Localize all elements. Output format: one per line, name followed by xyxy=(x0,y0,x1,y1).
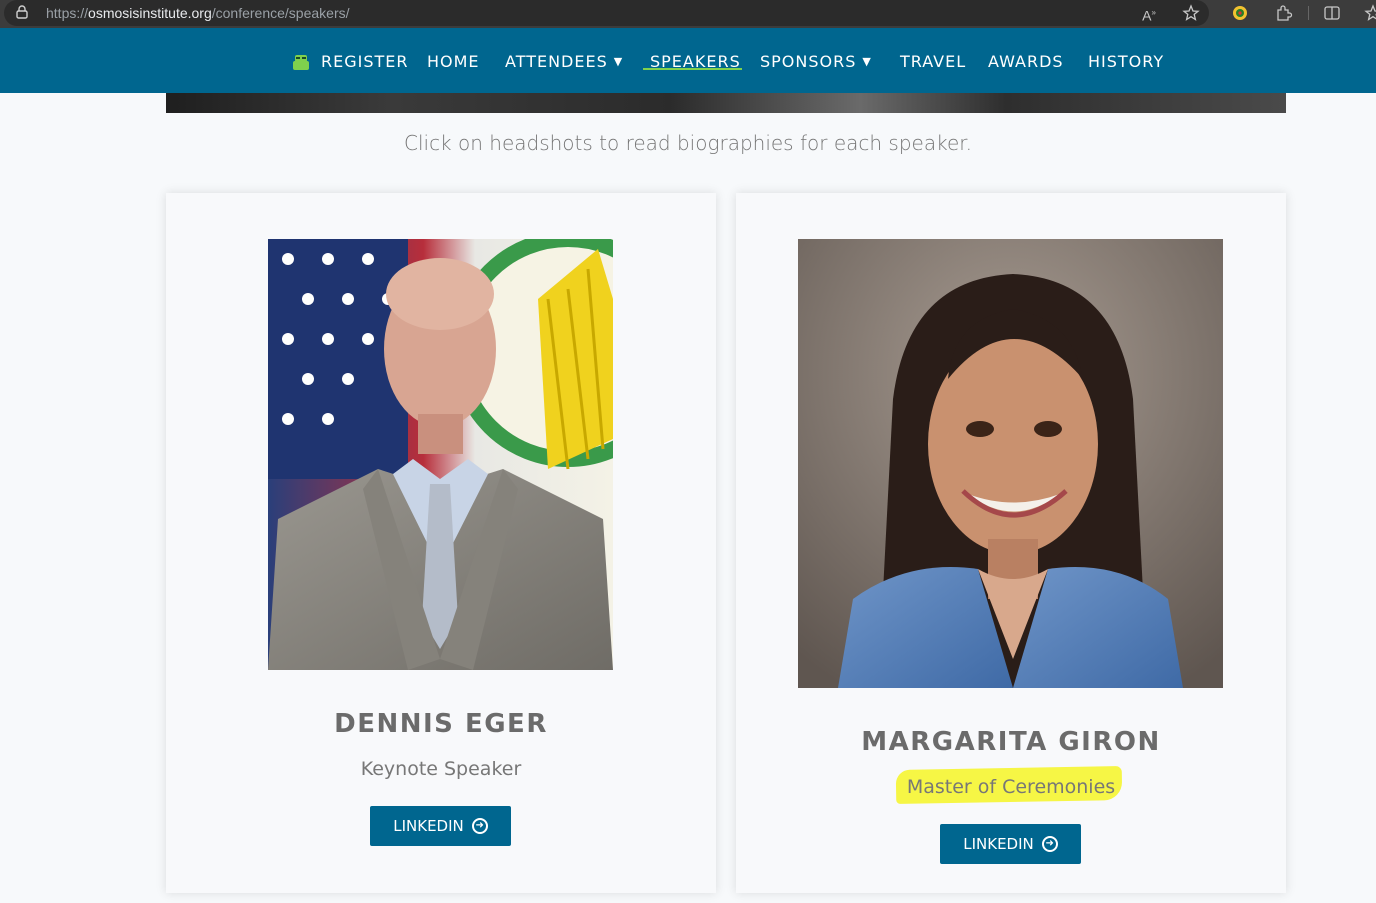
speaker-role: Master of Ceremonies xyxy=(736,776,1286,798)
url-host: osmosisinstitute.org xyxy=(88,5,212,21)
favorite-star-icon[interactable] xyxy=(1182,4,1200,22)
hero-image xyxy=(166,93,1286,113)
speaker-name[interactable]: DENNIS EGER xyxy=(166,709,716,739)
nav-attendees-label: ATTENDEES xyxy=(505,52,608,71)
extension-icon[interactable] xyxy=(1231,4,1249,22)
speaker-headshot[interactable] xyxy=(798,239,1223,688)
speaker-role-text: Master of Ceremonies xyxy=(906,776,1116,798)
nav-speakers[interactable]: SPEAKERS xyxy=(650,52,741,71)
arrow-circle-right-icon: ➜ xyxy=(1041,836,1058,852)
chevron-down-icon: ▼ xyxy=(613,55,624,68)
speaker-role: Keynote Speaker xyxy=(360,758,522,780)
intro-text: Click on headshots to read biographies f… xyxy=(403,131,973,155)
speaker-card: MARGARITA GIRON Master of Ceremonies LIN… xyxy=(736,193,1286,893)
puzzle-icon[interactable] xyxy=(1275,4,1293,22)
url-path: /conference/speakers/ xyxy=(211,5,350,21)
speaker-name[interactable]: MARGARITA GIRON xyxy=(736,727,1286,757)
read-aloud-icon[interactable]: A» xyxy=(1140,4,1158,24)
nav-awards[interactable]: AWARDS xyxy=(988,52,1064,71)
url-prefix: https:// xyxy=(46,5,89,21)
speaker-headshot[interactable] xyxy=(268,239,613,670)
speaker-card: DENNIS EGER Keynote Speaker LINKEDIN ➜ xyxy=(166,193,716,893)
nav-travel[interactable]: TRAVEL xyxy=(900,52,966,71)
browser-toolbar: https://osmosisinstitute.org/conference/… xyxy=(0,0,1376,28)
chevron-down-icon: ▼ xyxy=(862,55,872,68)
linkedin-button[interactable]: LINKEDIN ➜ xyxy=(370,806,511,846)
split-screen-icon[interactable] xyxy=(1323,4,1341,22)
url-text[interactable]: https://osmosisinstitute.org/conference/… xyxy=(46,5,350,21)
nav-history[interactable]: HISTORY xyxy=(1088,52,1164,71)
nav-sponsors[interactable]: SPONSORS ▼ xyxy=(760,52,872,71)
linkedin-button[interactable]: LINKEDIN ➜ xyxy=(940,824,1081,864)
nav-register[interactable]: REGISTER xyxy=(321,52,409,71)
linkedin-button-label: LINKEDIN xyxy=(963,835,1034,853)
favorites-icon[interactable] xyxy=(1364,4,1376,22)
toolbar-divider xyxy=(1308,6,1309,20)
linkedin-button-label: LINKEDIN xyxy=(393,817,464,835)
register-mascot-icon[interactable] xyxy=(291,52,311,72)
address-bar[interactable]: https://osmosisinstitute.org/conference/… xyxy=(4,0,1209,26)
nav-attendees[interactable]: ATTENDEES ▼ xyxy=(505,52,623,71)
lock-icon[interactable] xyxy=(16,5,28,19)
arrow-circle-right-icon: ➜ xyxy=(471,818,488,834)
nav-home[interactable]: HOME xyxy=(427,52,480,71)
nav-sponsors-label: SPONSORS xyxy=(760,52,857,71)
